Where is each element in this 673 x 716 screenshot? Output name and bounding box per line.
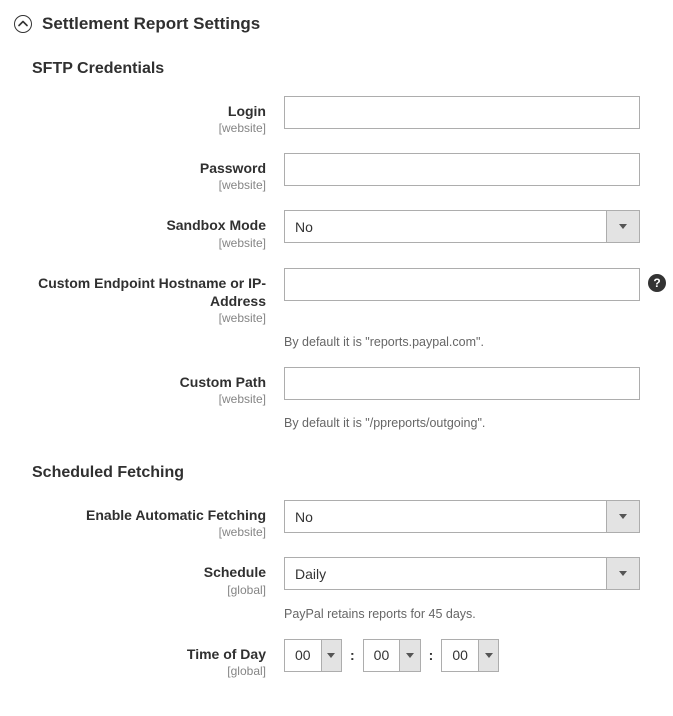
time-mm-select[interactable]: 00 (363, 639, 421, 672)
field-login: Login [website] (14, 96, 659, 135)
time-sep-2: : (429, 647, 434, 663)
note-schedule: PayPal retains reports for 45 days. (284, 603, 476, 621)
label-time-of-day: Time of Day (32, 645, 266, 663)
field-time-of-day: Time of Day [global] 00 : 00 : 00 (14, 639, 659, 678)
time-sep-1: : (350, 647, 355, 663)
auto-fetch-select[interactable]: No (284, 500, 640, 533)
field-custom-path: Custom Path [website] (14, 367, 659, 406)
note-schedule-row: PayPal retains reports for 45 days. (14, 603, 659, 621)
label-login: Login (32, 102, 266, 120)
field-auto-fetch: Enable Automatic Fetching [website] No (14, 500, 659, 539)
time-mm-value: 00 (364, 640, 400, 671)
field-sandbox: Sandbox Mode [website] No (14, 210, 659, 249)
time-hh-select[interactable]: 00 (284, 639, 342, 672)
sandbox-select-value: No (285, 211, 606, 242)
scope-time-of-day: [global] (32, 664, 266, 678)
label-sandbox: Sandbox Mode (32, 216, 266, 234)
password-input[interactable] (284, 153, 640, 186)
field-schedule: Schedule [global] Daily (14, 557, 659, 596)
group-title-sftp: SFTP Credentials (32, 60, 659, 78)
label-password: Password (32, 159, 266, 177)
collapse-icon[interactable] (14, 15, 32, 33)
endpoint-input[interactable] (284, 268, 640, 301)
schedule-select[interactable]: Daily (284, 557, 640, 590)
schedule-select-value: Daily (285, 558, 606, 589)
label-endpoint: Custom Endpoint Hostname or IP-Address (32, 274, 266, 310)
sandbox-select[interactable]: No (284, 210, 640, 243)
scope-schedule: [global] (32, 583, 266, 597)
note-endpoint-row: By default it is "reports.paypal.com". (14, 331, 659, 349)
note-custom-path: By default it is "/ppreports/outgoing". (284, 412, 485, 430)
custom-path-input[interactable] (284, 367, 640, 400)
scope-sandbox: [website] (32, 236, 266, 250)
time-ss-value: 00 (442, 640, 478, 671)
time-group: 00 : 00 : 00 (284, 639, 499, 672)
scope-login: [website] (32, 121, 266, 135)
chevron-down-icon (606, 211, 639, 242)
time-hh-value: 00 (285, 640, 321, 671)
chevron-down-icon (478, 640, 498, 671)
chevron-down-icon (606, 501, 639, 532)
auto-fetch-select-value: No (285, 501, 606, 532)
chevron-down-icon (399, 640, 419, 671)
chevron-down-icon (606, 558, 639, 589)
time-ss-select[interactable]: 00 (441, 639, 499, 672)
chevron-down-icon (321, 640, 341, 671)
section-header: Settlement Report Settings (14, 14, 659, 34)
field-endpoint: Custom Endpoint Hostname or IP-Address [… (14, 268, 659, 325)
scope-password: [website] (32, 178, 266, 192)
help-icon[interactable]: ? (648, 274, 666, 292)
scope-auto-fetch: [website] (32, 525, 266, 539)
label-custom-path: Custom Path (32, 373, 266, 391)
label-schedule: Schedule (32, 563, 266, 581)
note-endpoint: By default it is "reports.paypal.com". (284, 331, 484, 349)
scope-custom-path: [website] (32, 392, 266, 406)
label-auto-fetch: Enable Automatic Fetching (32, 506, 266, 524)
group-title-fetch: Scheduled Fetching (32, 464, 659, 482)
note-custom-path-row: By default it is "/ppreports/outgoing". (14, 412, 659, 430)
scope-endpoint: [website] (32, 311, 266, 325)
section-title: Settlement Report Settings (42, 14, 260, 34)
field-password: Password [website] (14, 153, 659, 192)
login-input[interactable] (284, 96, 640, 129)
